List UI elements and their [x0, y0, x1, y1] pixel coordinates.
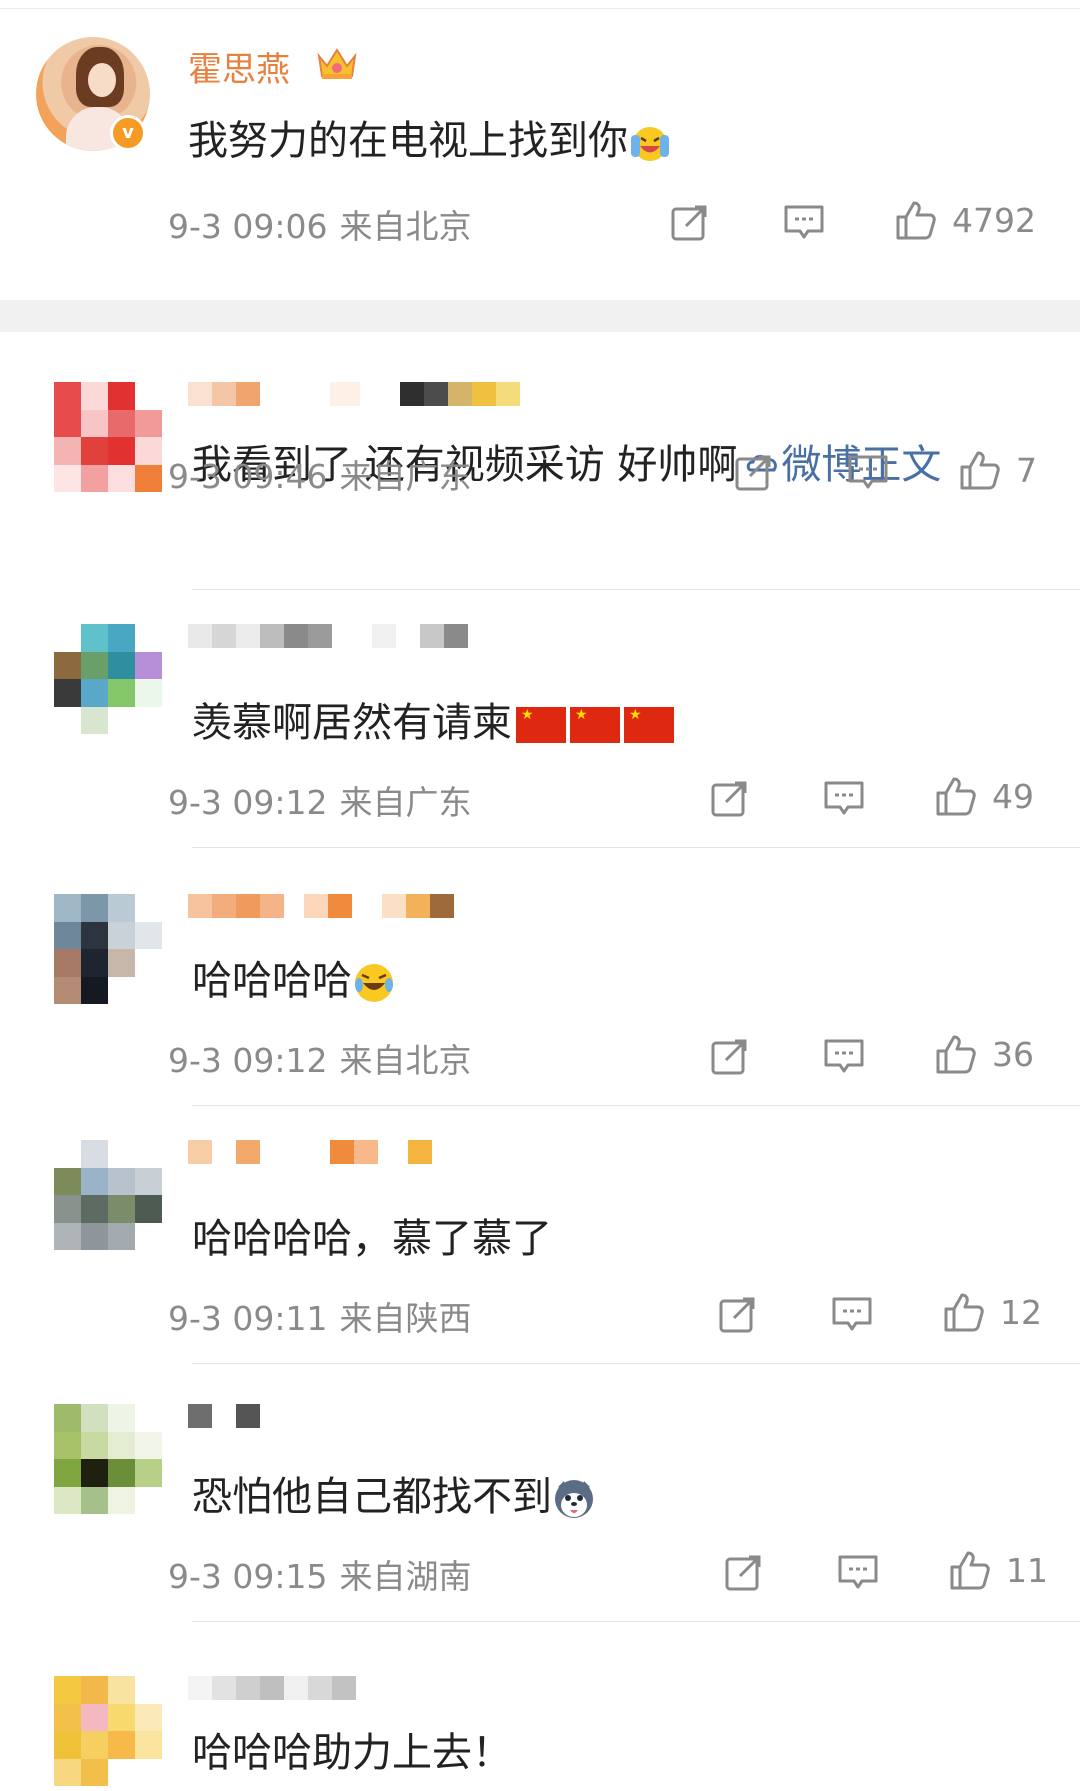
commenter-avatar[interactable]	[54, 382, 162, 492]
author-name[interactable]: 霍思燕	[188, 42, 290, 91]
commenter-avatar[interactable]	[54, 1140, 162, 1250]
thumbs-up-icon	[958, 448, 1002, 492]
thumbs-up-icon	[934, 1032, 978, 1076]
share-icon	[708, 1034, 752, 1078]
commenter-avatar[interactable]	[54, 1676, 162, 1786]
comment-icon	[836, 1550, 880, 1594]
comment-icon	[846, 450, 890, 494]
comment-text: 哈哈哈助力上去！	[192, 1730, 512, 1776]
post-location: 来自北京	[339, 207, 472, 246]
comment-item: 哈哈哈哈 9-3 09:12 来自北京 36	[0, 848, 1080, 1106]
crown-icon	[317, 48, 357, 79]
section-divider	[0, 300, 1080, 332]
like-button[interactable]: 4792	[894, 198, 1036, 242]
thumbs-up-icon	[948, 1548, 992, 1592]
comment-meta: 9-3 09:46 来自广东	[168, 457, 472, 496]
verified-badge-icon: v	[110, 115, 146, 151]
thumbs-up-icon	[934, 774, 978, 818]
commenter-avatar[interactable]	[54, 1404, 162, 1514]
china-flag-emoji-icon	[516, 707, 566, 743]
comment-button[interactable]	[846, 450, 890, 494]
share-icon	[732, 450, 776, 494]
like-button[interactable]: 49	[934, 774, 1034, 818]
comment-meta: 9-3 09:11 来自陕西	[168, 1299, 472, 1338]
commenter-avatar[interactable]	[54, 624, 162, 734]
like-button[interactable]: 7	[958, 448, 1037, 492]
comment-meta: 9-3 09:12 来自广东	[168, 783, 472, 822]
commenter-avatar[interactable]	[54, 894, 162, 1004]
share-button[interactable]	[722, 1550, 766, 1594]
laughing-crying-emoji-icon	[355, 964, 393, 1002]
thumbs-up-icon	[942, 1290, 986, 1334]
comment-item: 哈哈哈哈，慕了慕了 9-3 09:11 来自陕西 12	[0, 1106, 1080, 1364]
like-button[interactable]: 12	[942, 1290, 1042, 1334]
share-button[interactable]	[708, 776, 752, 820]
comment-item: 我看到了 还有视频采访 好帅啊 微博正文 9-3 09:46 来自广东 7	[0, 332, 1080, 590]
share-icon	[668, 200, 712, 244]
comment-item: 羡慕啊居然有请柬 9-3 09:12来自广东 49	[0, 590, 1080, 848]
china-flag-emoji-icon	[570, 707, 620, 743]
post-meta: 9-3 09:06 来自北京	[168, 200, 472, 248]
like-count: 4792	[952, 200, 1036, 240]
commenter-name-blurred[interactable]	[188, 1140, 432, 1164]
comment-text: 羡慕啊居然有请柬	[192, 690, 674, 748]
share-button[interactable]	[708, 1034, 752, 1078]
post-text: 我努力的在电视上找到你	[188, 108, 672, 166]
husky-dog-emoji-icon	[555, 1480, 593, 1518]
thumbs-up-icon	[894, 198, 938, 242]
post-time: 9-3 09:06	[168, 207, 328, 246]
commenter-name-blurred[interactable]	[188, 624, 468, 648]
comment-button[interactable]	[830, 1292, 874, 1336]
comment-text: 哈哈哈哈	[192, 948, 396, 1006]
share-icon	[708, 776, 752, 820]
share-icon	[722, 1550, 766, 1594]
comment-button[interactable]	[822, 1034, 866, 1078]
comment-button[interactable]	[836, 1550, 880, 1594]
comment-meta: 9-3 09:15 来自湖南	[168, 1557, 472, 1596]
commenter-name-blurred[interactable]	[188, 382, 520, 406]
share-button[interactable]	[668, 200, 712, 244]
comment-text: 哈哈哈哈，慕了慕了	[192, 1216, 552, 1262]
comment-icon	[822, 1034, 866, 1078]
share-icon	[716, 1292, 760, 1336]
like-button[interactable]: 11	[948, 1548, 1048, 1592]
comment-text: 恐怕他自己都找不到	[192, 1464, 596, 1522]
china-flag-emoji-icon	[624, 707, 674, 743]
comment-button[interactable]	[822, 776, 866, 820]
comment-item: 哈哈哈助力上去！	[0, 1622, 1080, 1791]
commenter-name-blurred[interactable]	[188, 1404, 284, 1428]
share-button[interactable]	[716, 1292, 760, 1336]
comment-meta: 9-3 09:12 来自北京	[168, 1041, 472, 1080]
main-post: v 霍思燕 我努力的在电视上找到你 9-3 09:06 来自北京 4792	[0, 0, 1080, 300]
crying-laugh-emoji-icon	[631, 127, 669, 161]
comment-button[interactable]	[782, 200, 826, 244]
share-button[interactable]	[732, 450, 776, 494]
comment-icon	[822, 776, 866, 820]
comment-icon	[830, 1292, 874, 1336]
commenter-name-blurred[interactable]	[188, 1676, 356, 1700]
commenter-name-blurred[interactable]	[188, 894, 454, 918]
comment-item: 恐怕他自己都找不到 9-3 09:15 来自湖南 11	[0, 1364, 1080, 1622]
top-divider	[0, 8, 1080, 9]
comment-icon	[782, 200, 826, 244]
like-button[interactable]: 36	[934, 1032, 1034, 1076]
